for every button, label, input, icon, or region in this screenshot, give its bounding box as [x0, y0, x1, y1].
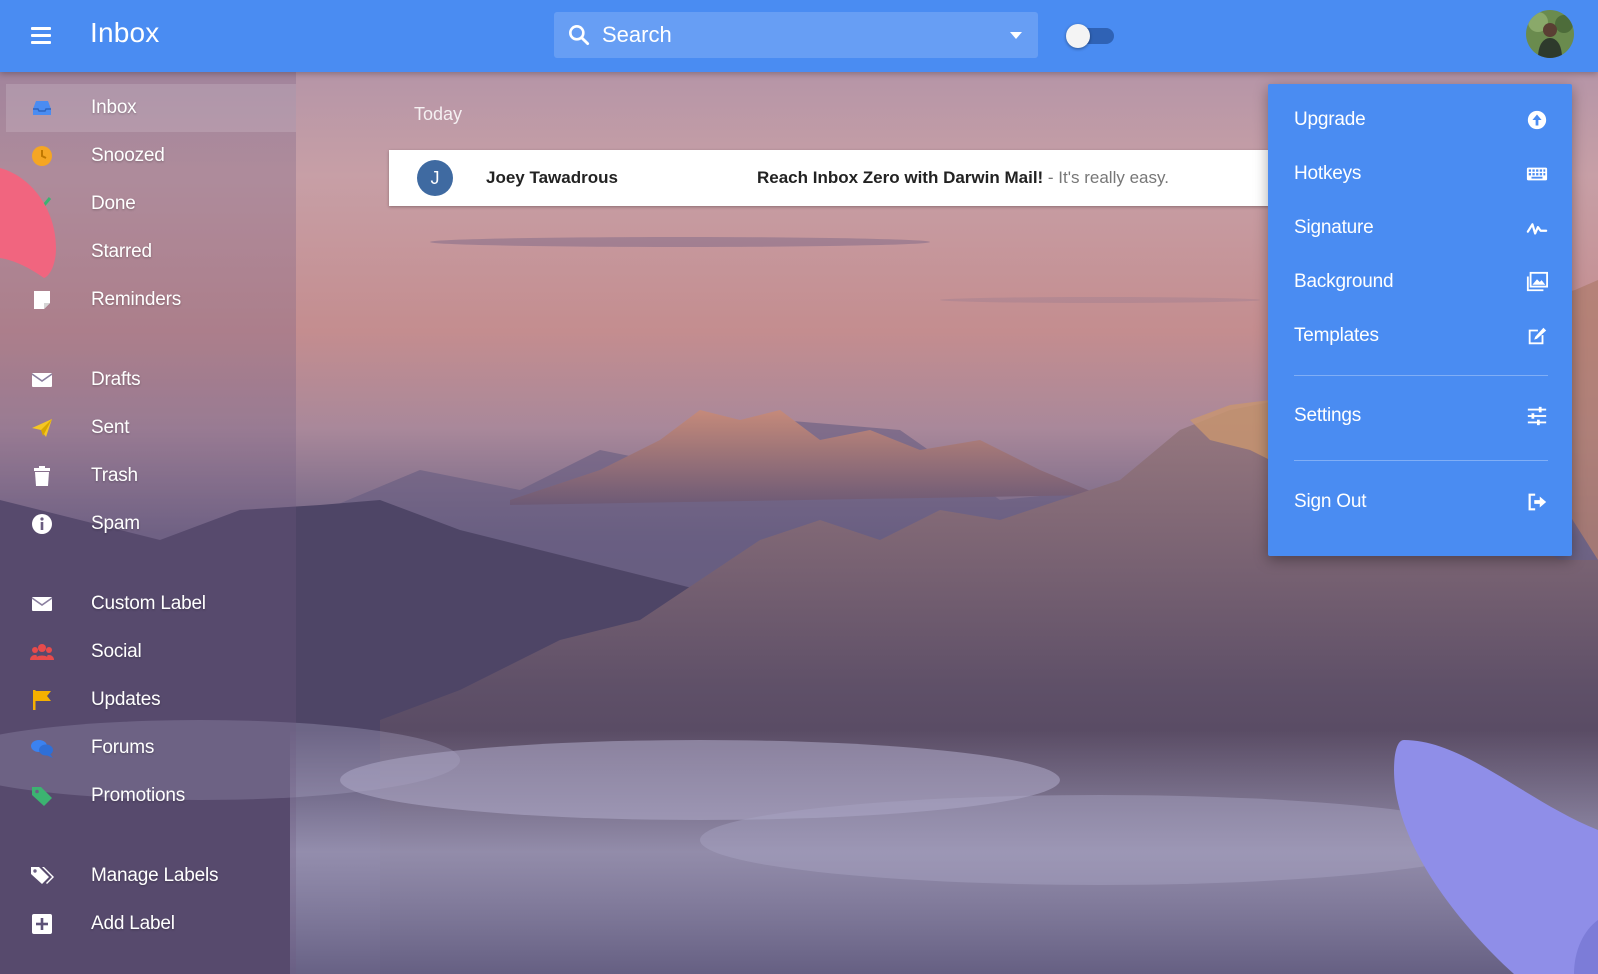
keyboard-icon [1526, 167, 1548, 181]
decorative-pink-blob [0, 168, 56, 278]
plus-box-icon [32, 914, 52, 934]
menu-item-settings[interactable]: Settings [1268, 389, 1572, 443]
menu-divider [1294, 375, 1548, 376]
sidebar-item-trash[interactable]: Trash [6, 452, 296, 500]
sliders-icon [1527, 406, 1547, 426]
menu-item-hotkeys[interactable]: Hotkeys [1268, 147, 1572, 201]
inbox-icon [33, 101, 51, 115]
mail-subject-line: Reach Inbox Zero with Darwin Mail! - It'… [757, 150, 1169, 206]
avatar-photo [1526, 10, 1574, 58]
tag-icon [32, 787, 52, 806]
hamburger-menu-button[interactable] [24, 20, 58, 52]
mail-subject: Reach Inbox Zero with Darwin Mail! [757, 168, 1044, 187]
menu-divider [1294, 460, 1548, 461]
envelope-icon [31, 597, 53, 611]
sidebar-item-add-label[interactable]: Add Label [6, 900, 296, 948]
menu-item-upgrade[interactable]: Upgrade [1268, 93, 1572, 147]
top-bar: Inbox [0, 0, 1598, 72]
decorative-purple-blob [1394, 740, 1598, 974]
sidebar-item-sent[interactable]: Sent [6, 404, 296, 452]
image-icon [1526, 271, 1548, 292]
search-input[interactable] [602, 12, 982, 58]
sidebar-item-custom-label[interactable]: Custom Label [6, 580, 296, 628]
theme-toggle[interactable] [1066, 24, 1114, 48]
sidebar-item-spam[interactable]: Spam [6, 500, 296, 548]
user-avatar[interactable] [1526, 10, 1574, 58]
app-title: Inbox [90, 17, 160, 48]
mail-sender: Joey Tawadrous [486, 168, 618, 187]
upgrade-icon [1527, 110, 1547, 130]
mail-row[interactable]: J Joey Tawadrous Reach Inbox Zero with D… [389, 150, 1269, 206]
signature-icon [1526, 223, 1548, 235]
search-bar[interactable] [554, 12, 1038, 58]
sidebar-item-reminders[interactable]: Reminders [6, 276, 296, 324]
send-icon [32, 419, 52, 437]
menu-item-background[interactable]: Background [1268, 255, 1572, 309]
menu-item-templates[interactable]: Templates [1268, 309, 1572, 363]
reminder-icon [34, 291, 50, 309]
chat-icon [31, 740, 53, 758]
info-icon [32, 514, 52, 534]
edit-icon [1528, 327, 1547, 345]
sidebar-item-social[interactable]: Social [6, 628, 296, 676]
sidebar-item-updates[interactable]: Updates [6, 676, 296, 724]
flag-icon [33, 690, 51, 710]
people-icon [30, 644, 54, 660]
sidebar-item-inbox[interactable]: Inbox [6, 84, 296, 132]
menu-item-signature[interactable]: Signature [1268, 201, 1572, 255]
sender-avatar: J [417, 160, 453, 196]
clock-icon [32, 146, 52, 166]
sign-out-icon [1528, 493, 1547, 511]
mail-section-today: Today [414, 104, 463, 124]
menu-item-sign-out[interactable]: Sign Out [1268, 475, 1572, 529]
sidebar-item-forums[interactable]: Forums [6, 724, 296, 772]
search-icon [569, 25, 590, 46]
sidebar-item-manage-labels[interactable]: Manage Labels [6, 852, 296, 900]
account-dropdown-menu: Upgrade Hotkeys Signature Background Tem… [1268, 84, 1572, 556]
envelope-icon [31, 373, 53, 387]
mail-snippet: - It's really easy. [1043, 168, 1169, 187]
hamburger-icon [31, 27, 51, 30]
sidebar-item-drafts[interactable]: Drafts [6, 356, 296, 404]
tags-icon [31, 867, 54, 884]
sidebar-item-promotions[interactable]: Promotions [6, 772, 296, 820]
trash-icon [34, 466, 50, 486]
search-options-dropdown-icon[interactable] [1010, 32, 1022, 39]
